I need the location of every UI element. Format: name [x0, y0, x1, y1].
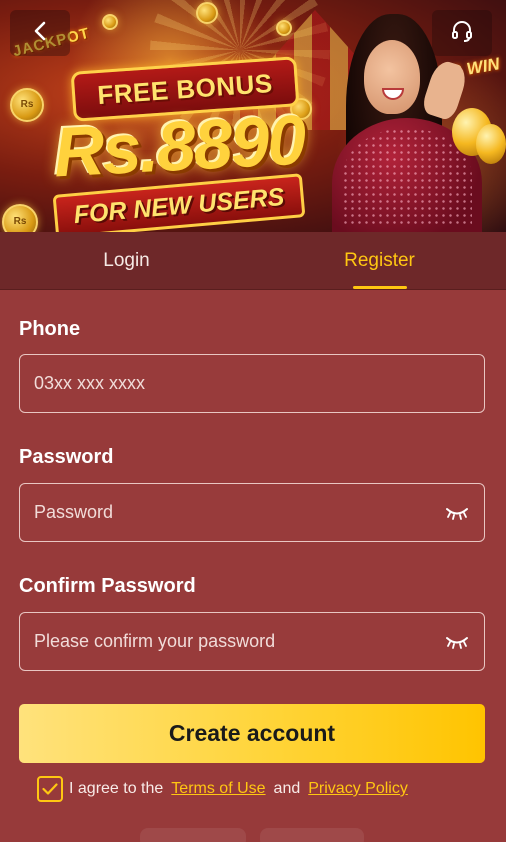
auth-tabs: Login Register — [0, 232, 506, 290]
password-input[interactable] — [34, 502, 444, 523]
eye-closed-icon[interactable] — [444, 505, 470, 521]
chevron-left-icon — [32, 20, 48, 47]
coin-icon: Rs — [10, 88, 44, 122]
eye-closed-icon[interactable] — [444, 634, 470, 650]
tab-register[interactable]: Register — [253, 232, 506, 289]
tab-login[interactable]: Login — [0, 232, 253, 289]
active-tab-indicator — [352, 286, 407, 289]
promo-banner[interactable]: JACKPOT BIG WIN Rs Rs FREE BONUS Rs.8890… — [0, 0, 506, 232]
partially-visible-button[interactable] — [140, 828, 246, 842]
phone-input[interactable] — [34, 373, 470, 394]
terms-of-use-link[interactable]: Terms of Use — [171, 780, 265, 798]
phone-label: Phone — [19, 318, 81, 340]
confirm-password-field[interactable] — [19, 612, 485, 671]
create-account-button[interactable]: Create account — [19, 704, 485, 763]
phone-field[interactable] — [19, 354, 485, 413]
agree-checkbox[interactable] — [37, 776, 63, 802]
headset-icon — [450, 19, 474, 48]
confirm-password-label: Confirm Password — [19, 575, 196, 597]
tab-label: Login — [103, 249, 150, 271]
balloon-icon — [476, 124, 506, 164]
back-button[interactable] — [10, 10, 70, 56]
password-field[interactable] — [19, 483, 485, 542]
privacy-policy-link[interactable]: Privacy Policy — [308, 780, 408, 798]
promo-board: FREE BONUS Rs.8890 FOR NEW USERS — [44, 56, 320, 232]
password-label: Password — [19, 446, 114, 468]
checkmark-icon — [42, 783, 58, 795]
partially-visible-button[interactable] — [260, 828, 364, 842]
coin-icon: Rs — [2, 204, 38, 232]
coin-icon — [102, 14, 118, 30]
confirm-password-input[interactable] — [34, 631, 444, 652]
agree-text: I agree to the — [69, 780, 164, 797]
coin-icon — [276, 20, 292, 36]
customer-support-button[interactable] — [432, 10, 492, 56]
terms-agreement: I agree to the Terms of Use and Privacy … — [37, 776, 408, 802]
agree-joiner: and — [273, 780, 301, 797]
coin-icon — [196, 2, 218, 24]
tab-label: Register — [344, 249, 415, 271]
